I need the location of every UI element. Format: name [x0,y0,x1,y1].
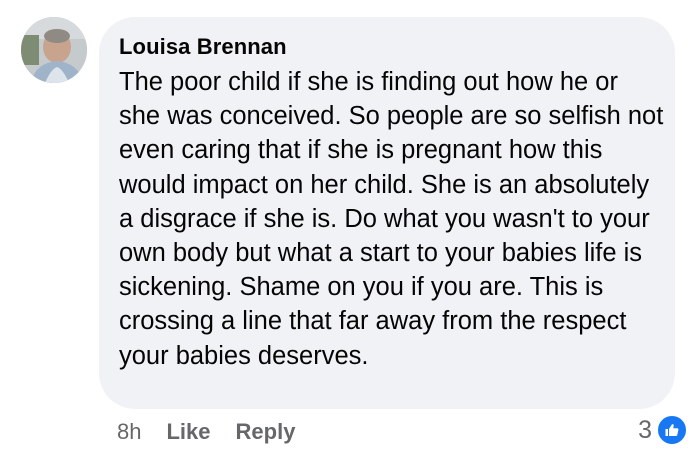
thumbs-up-icon [656,414,688,446]
comment-page: Louisa Brennan The poor child if she is … [0,0,700,458]
comment-timestamp[interactable]: 8h [117,418,141,446]
like-button[interactable]: Like [166,418,210,446]
comment-bubble: Louisa Brennan The poor child if she is … [99,17,675,409]
reply-button[interactable]: Reply [236,418,296,446]
comment-actions: 8h Like Reply [117,418,295,446]
avatar-photo [21,17,87,83]
reaction-count: 3 [638,415,652,444]
comment-author[interactable]: Louisa Brennan [119,34,657,60]
reaction-summary[interactable]: 3 [638,414,688,446]
avatar[interactable] [21,17,87,83]
comment-text: The poor child if she is finding out how… [119,68,664,370]
